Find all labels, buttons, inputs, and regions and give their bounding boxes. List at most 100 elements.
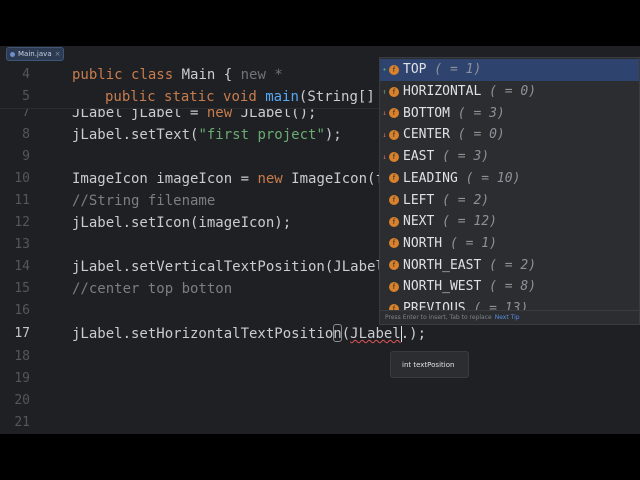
code-text: Main { [173, 67, 241, 83]
completion-item-name: NORTH [403, 235, 443, 251]
line-number: 20 [14, 393, 30, 408]
usage-hint: new * [240, 67, 283, 83]
next-tip-link[interactable]: Next Tip [495, 314, 520, 321]
line-number: 10 [14, 171, 30, 186]
text-caret [401, 326, 402, 342]
code-comment[interactable]: //String filename [72, 190, 215, 212]
completion-item[interactable]: ↑ f HORIZONTAL ( = 0) [380, 81, 639, 103]
code-text: jLabel.setText( [72, 127, 199, 143]
completion-item-name: CENTER [403, 127, 450, 143]
java-file-icon [10, 51, 15, 57]
error-token: JLabel [350, 326, 401, 342]
arrow-down-icon: ↓ [382, 109, 387, 118]
completion-item-value: ( = 0) [481, 84, 537, 100]
sticky-line[interactable]: public class Main { new * [72, 64, 283, 86]
keyword: public [105, 89, 156, 105]
method-name: main [265, 89, 299, 105]
keyword: new [257, 171, 283, 187]
completion-item-value: ( = 8) [481, 279, 537, 295]
line-number: 12 [14, 215, 30, 230]
completion-item-name: NORTH_EAST [403, 257, 482, 273]
field-icon: f [389, 195, 399, 206]
arrow-down-icon: ↓ [382, 130, 387, 139]
completion-popup[interactable]: • f TOP ( = 1) ↑ f HORIZONTAL ( = 0) ↓ f BOTTOM … [379, 57, 640, 325]
completion-item-name: BOTTOM [403, 105, 450, 121]
field-icon: f [389, 151, 399, 162]
completion-item-name: HORIZONTAL [403, 84, 482, 100]
field-icon: f [389, 281, 399, 292]
completion-item[interactable]: ↓ f BOTTOM ( = 3) [380, 102, 639, 124]
line-number: 16 [14, 303, 30, 318]
code-text: .); [400, 326, 427, 342]
completion-item[interactable]: ↓ f CENTER ( = 0) [380, 124, 639, 146]
completion-item-value: ( = 2) [434, 192, 490, 208]
arrow-down-icon: ↓ [382, 152, 387, 161]
field-icon: f [389, 64, 399, 75]
completion-item-value: ( = 1) [442, 235, 497, 251]
line-number: 11 [14, 193, 30, 208]
completion-item[interactable]: f LEADING ( = 10) [380, 168, 639, 190]
completion-item-name: EAST [403, 149, 435, 165]
line-number: 14 [14, 259, 30, 274]
code-line[interactable]: jLabel.setText("first project"); [72, 124, 342, 146]
completion-item[interactable]: ↓ f EAST ( = 3) [380, 146, 639, 168]
completion-item-value: ( = 2) [481, 257, 537, 273]
field-icon: f [389, 238, 399, 249]
code-text: ); [324, 127, 342, 143]
completion-item-name: LEADING [403, 170, 458, 186]
bracket-highlight [333, 324, 342, 342]
tab-main-java[interactable]: Main.java × [6, 47, 64, 61]
completion-item-value: ( = 12) [434, 214, 497, 230]
line-number: 19 [14, 371, 30, 386]
code-text: jLabel.setHorizontalTextPosition( [72, 326, 351, 342]
line-number: 21 [14, 415, 30, 430]
parameter-info-tooltip: int textPosition [390, 351, 469, 378]
tab-label: Main.java [18, 50, 52, 58]
completion-item[interactable]: • f TOP ( = 1) [380, 59, 639, 81]
code-text: ImageIcon imageIcon = [72, 171, 258, 187]
completion-item-value: ( = 3) [449, 105, 505, 121]
arrow-up-icon: ↑ [382, 87, 387, 96]
completion-item-name: NEXT [403, 214, 435, 230]
completion-item-value: ( = 10) [457, 170, 521, 186]
completion-item-value: ( = 0) [449, 127, 505, 143]
code-line-current[interactable]: jLabel.setHorizontalTextPosition(JLabel.… [72, 323, 426, 345]
field-icon: f [389, 260, 399, 271]
code-comment[interactable]: //center top botton [72, 278, 232, 300]
code-line[interactable]: jLabel.setVerticalTextPosition(JLabel [72, 256, 384, 278]
completion-item-name: TOP [403, 62, 427, 78]
sticky-line[interactable]: public static void main(String[] [105, 86, 375, 108]
parameter-hint-text: int textPosition [402, 360, 455, 369]
code-text: (String[] [298, 89, 375, 105]
field-icon: f [389, 86, 399, 97]
code-line[interactable]: ImageIcon imageIcon = new ImageIcon(f [72, 168, 384, 190]
completion-item-name: LEFT [403, 192, 435, 208]
bullet-icon: • [382, 65, 387, 74]
string-literal: "first project" [198, 127, 325, 143]
keyword: public [72, 67, 123, 83]
line-number: 13 [14, 237, 30, 252]
line-number: 15 [14, 281, 30, 296]
line-number: 4 [22, 67, 30, 82]
keyword: class [131, 67, 174, 83]
footer-hint: Press Enter to insert, Tab to replace [385, 314, 492, 321]
completion-item[interactable]: f NEXT ( = 12) [380, 211, 639, 233]
keyword: static [164, 89, 215, 105]
code-text: ImageIcon(f [282, 171, 384, 187]
completion-item[interactable]: f LEFT ( = 2) [380, 189, 639, 211]
line-number: 18 [14, 349, 30, 364]
field-icon: f [389, 173, 399, 184]
completion-item-name: NORTH_WEST [403, 279, 482, 295]
line-number-current: 17 [14, 326, 30, 341]
completion-item[interactable]: f NORTH ( = 1) [380, 233, 639, 255]
line-number: 8 [22, 127, 30, 142]
code-line[interactable]: jLabel.setIcon(imageIcon); [72, 212, 291, 234]
completion-item-value: ( = 3) [434, 149, 490, 165]
completion-item-value: ( = 1) [426, 62, 482, 78]
line-number: 5 [22, 89, 30, 104]
close-tab-icon[interactable]: × [55, 50, 61, 58]
completion-item[interactable]: f NORTH_WEST ( = 8) [380, 276, 639, 298]
line-number: 9 [22, 149, 30, 164]
completion-item[interactable]: f NORTH_EAST ( = 2) [380, 254, 639, 276]
field-icon: f [389, 216, 399, 227]
